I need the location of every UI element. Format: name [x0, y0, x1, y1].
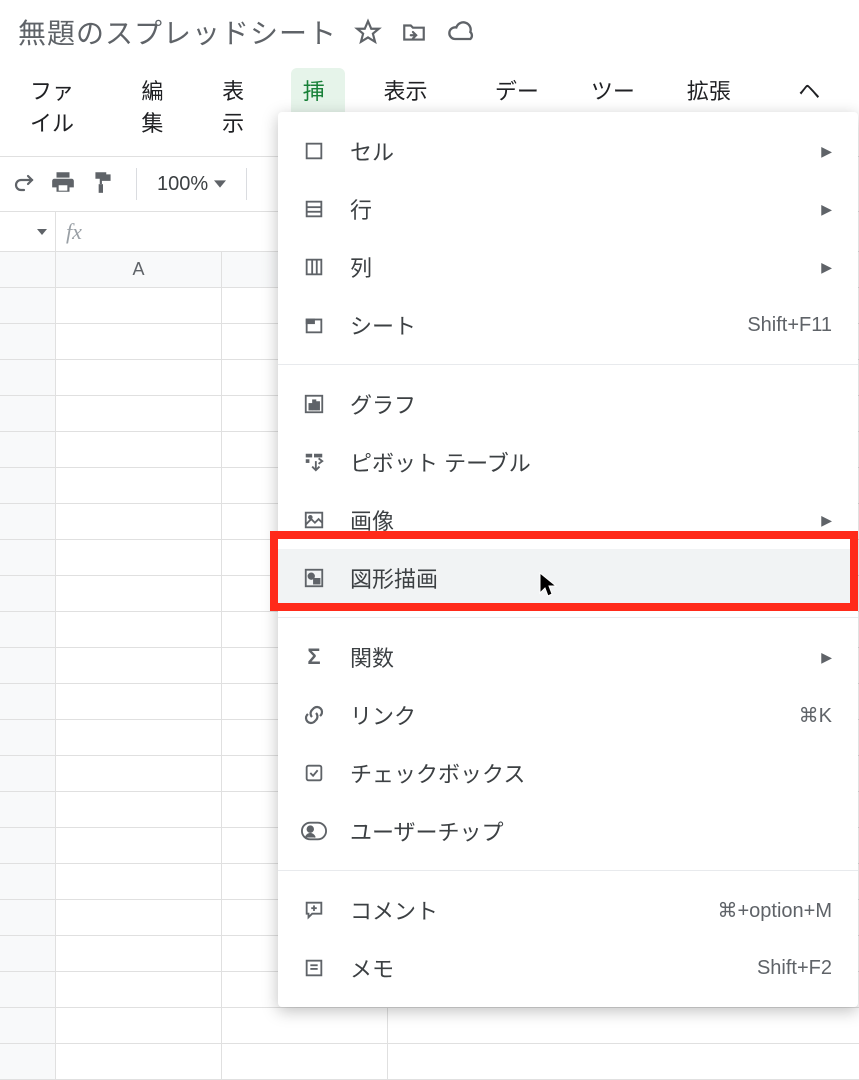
- submenu-arrow-icon: ▶: [821, 201, 832, 218]
- submenu-arrow-icon: ▶: [821, 649, 832, 666]
- cloud-status-icon[interactable]: [447, 18, 475, 46]
- insert-menu-dropdown: セル ▶ 行 ▶ 列 ▶ シート Shift+F11 グラフ ピボット テーブル…: [278, 112, 858, 1007]
- menu-item-label: 列: [350, 251, 799, 283]
- checkbox-icon: [300, 759, 328, 787]
- menu-item-label: リンク: [350, 699, 777, 731]
- menu-item-label: 画像: [350, 504, 799, 536]
- move-folder-icon[interactable]: [401, 19, 427, 45]
- submenu-arrow-icon: ▶: [821, 512, 832, 529]
- name-box[interactable]: [0, 212, 56, 251]
- title-bar: 無題のスプレッドシート: [0, 0, 859, 56]
- menu-separator: [278, 870, 858, 871]
- star-icon[interactable]: [355, 19, 381, 45]
- menu-item-note[interactable]: メモ Shift+F2: [278, 939, 858, 997]
- menu-item-image[interactable]: 画像 ▶: [278, 491, 858, 549]
- submenu-arrow-icon: ▶: [821, 143, 832, 160]
- menu-separator: [278, 364, 858, 365]
- cell-icon: [300, 137, 328, 165]
- menu-item-sheet[interactable]: シート Shift+F11: [278, 296, 858, 354]
- menu-item-comment[interactable]: コメント ⌘+option+M: [278, 881, 858, 939]
- chevron-down-icon: [37, 227, 47, 237]
- link-icon: [300, 701, 328, 729]
- menu-item-label: ピボット テーブル: [350, 446, 832, 478]
- pivot-icon: [300, 448, 328, 476]
- menu-item-rows[interactable]: 行 ▶: [278, 180, 858, 238]
- menu-item-drawing[interactable]: 図形描画: [278, 549, 858, 607]
- menu-item-shortcut: ⌘+option+M: [717, 898, 832, 923]
- menu-item-columns[interactable]: 列 ▶: [278, 238, 858, 296]
- zoom-value: 100%: [157, 173, 208, 196]
- fx-label: fx: [56, 219, 82, 245]
- menu-view[interactable]: 表示: [210, 68, 265, 144]
- rows-icon: [300, 195, 328, 223]
- print-icon[interactable]: [50, 169, 76, 200]
- menu-item-label: 図形描画: [350, 562, 832, 594]
- title-icons: [355, 18, 475, 46]
- sigma-icon: Σ: [300, 643, 328, 671]
- submenu-arrow-icon: ▶: [821, 259, 832, 276]
- menu-item-shortcut: Shift+F2: [757, 957, 832, 980]
- menu-item-label: 行: [350, 193, 799, 225]
- redo-icon[interactable]: [12, 170, 36, 199]
- chevron-down-icon: [214, 178, 226, 190]
- menu-item-label: チェックボックス: [350, 757, 832, 789]
- zoom-selector[interactable]: 100%: [157, 173, 226, 196]
- note-icon: [300, 954, 328, 982]
- menu-item-shortcut: ⌘K: [799, 703, 832, 728]
- select-all-corner[interactable]: [0, 252, 56, 287]
- menu-file[interactable]: ファイル: [18, 68, 103, 144]
- menu-item-label: ユーザーチップ: [350, 815, 832, 847]
- sheet-icon: [300, 311, 328, 339]
- chart-icon: [300, 390, 328, 418]
- menu-item-chart[interactable]: グラフ: [278, 375, 858, 433]
- menu-item-cells[interactable]: セル ▶: [278, 122, 858, 180]
- menu-edit[interactable]: 編集: [129, 68, 184, 144]
- menu-item-function[interactable]: Σ 関数 ▶: [278, 628, 858, 686]
- image-icon: [300, 506, 328, 534]
- menu-item-label: メモ: [350, 952, 735, 984]
- menu-item-link[interactable]: リンク ⌘K: [278, 686, 858, 744]
- paint-format-icon[interactable]: [90, 169, 116, 200]
- menu-item-label: シート: [350, 309, 725, 341]
- document-title[interactable]: 無題のスプレッドシート: [18, 12, 337, 52]
- drawing-icon: [300, 564, 328, 592]
- columns-icon: [300, 253, 328, 281]
- comment-icon: [300, 896, 328, 924]
- menu-item-label: セル: [350, 135, 799, 167]
- menu-item-label: 関数: [350, 641, 799, 673]
- menu-item-people-chip[interactable]: ユーザーチップ: [278, 802, 858, 860]
- menu-separator: [278, 617, 858, 618]
- column-header-a[interactable]: A: [56, 252, 222, 287]
- menu-item-checkbox[interactable]: チェックボックス: [278, 744, 858, 802]
- menu-item-label: コメント: [350, 894, 695, 926]
- person-chip-icon: [300, 817, 328, 845]
- menu-item-shortcut: Shift+F11: [747, 314, 832, 337]
- menu-item-label: グラフ: [350, 388, 832, 420]
- menu-item-pivot-table[interactable]: ピボット テーブル: [278, 433, 858, 491]
